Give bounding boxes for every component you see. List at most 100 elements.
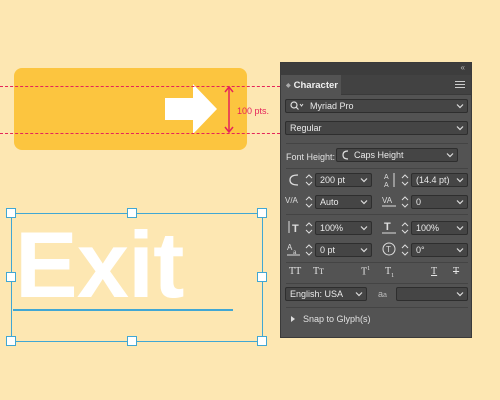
chevron-down-icon[interactable] (455, 289, 465, 299)
tracking-field[interactable]: 0 (411, 195, 468, 209)
svg-text:A: A (384, 174, 389, 181)
collapse-icon[interactable]: « (461, 63, 465, 72)
kerning-field[interactable]: Auto (315, 195, 372, 209)
measure-label: 100 pts. (237, 106, 270, 116)
chevron-down-icon[interactable] (455, 101, 465, 111)
baseline-shift-field[interactable]: 0 pt (315, 243, 372, 257)
baseline-shift-value: 0 pt (320, 245, 336, 255)
panel-tabbar: ◆ Character (281, 75, 471, 95)
chevron-down-icon[interactable] (455, 197, 465, 207)
handle-bottom-left[interactable] (6, 336, 16, 346)
strikethrough-icon[interactable]: T (453, 266, 459, 277)
font-family-value: Myriad Pro (310, 101, 354, 111)
svg-text:T: T (384, 221, 391, 233)
font-family-field[interactable]: Myriad Pro (285, 99, 468, 113)
tracking-stepper[interactable] (401, 195, 409, 209)
language-value: English: USA (290, 289, 344, 299)
chevron-down-icon[interactable] (455, 123, 465, 133)
character-rotation-icon: T (382, 242, 396, 256)
all-caps-icon[interactable]: TT (289, 266, 301, 277)
divider (286, 307, 468, 308)
selection-bounding-box[interactable] (11, 213, 263, 342)
leading-value: (14.4 pt) (416, 175, 450, 185)
divider (286, 262, 468, 263)
kerning-value: Auto (320, 197, 339, 207)
handle-middle-left[interactable] (6, 272, 16, 282)
font-height-value: Caps Height (354, 150, 404, 160)
guide-line-top (0, 86, 280, 87)
tracking-value: 0 (416, 197, 422, 207)
font-height-field[interactable]: Caps Height (336, 148, 458, 162)
handle-top-middle[interactable] (127, 208, 137, 218)
svg-text:V/A: V/A (285, 196, 299, 205)
leading-icon: AA (384, 173, 395, 189)
antialias-select[interactable] (396, 287, 468, 301)
font-style-value: Regular (290, 123, 322, 133)
chevron-down-icon[interactable] (354, 289, 364, 299)
divider (286, 143, 468, 144)
antialias-icon: aa (378, 289, 387, 299)
font-height-icon (342, 150, 349, 160)
horizontal-scale-stepper[interactable] (401, 221, 409, 235)
leading-stepper[interactable] (401, 173, 409, 187)
snap-to-glyph-label: Snap to Glyph(s) (303, 314, 371, 324)
disclosure-triangle-icon (291, 316, 295, 322)
tab-expand-icon: ◆ (286, 82, 291, 89)
font-size-value: 200 pt (320, 175, 346, 185)
handle-top-left[interactable] (6, 208, 16, 218)
subscript-icon[interactable]: T1 (385, 266, 394, 279)
chevron-down-icon[interactable] (359, 197, 369, 207)
rotation-field[interactable]: 0° (411, 243, 468, 257)
font-size-icon (289, 174, 299, 186)
svg-text:T: T (386, 245, 391, 254)
tab-character[interactable]: ◆ Character (281, 75, 341, 95)
handle-bottom-right[interactable] (257, 336, 267, 346)
handle-top-right[interactable] (257, 208, 267, 218)
baseline-shift-icon: Aa (287, 243, 300, 256)
rotation-stepper[interactable] (401, 243, 409, 257)
baseline-shift-stepper[interactable] (305, 243, 313, 257)
panel-menu-icon[interactable] (455, 79, 465, 90)
panel-titlebar[interactable]: « (281, 63, 471, 75)
small-caps-icon[interactable]: TT (313, 266, 324, 277)
handle-bottom-middle[interactable] (127, 336, 137, 346)
divider (286, 283, 468, 284)
handle-middle-right[interactable] (257, 272, 267, 282)
font-style-field[interactable]: Regular (285, 121, 468, 135)
leading-field[interactable]: (14.4 pt) (411, 173, 468, 187)
chevron-down-icon[interactable] (359, 175, 369, 185)
kerning-stepper[interactable] (305, 195, 313, 209)
rotation-value: 0° (416, 245, 425, 255)
chevron-down-icon[interactable] (445, 150, 455, 160)
language-select[interactable]: English: USA (285, 287, 367, 301)
kerning-icon: V/A (285, 196, 299, 205)
arrow-shape (165, 84, 217, 134)
guide-line-bottom (0, 133, 280, 134)
horizontal-scale-field[interactable]: 100% (411, 221, 468, 235)
chevron-down-icon[interactable] (455, 223, 465, 233)
antialias-sub: a (383, 292, 387, 299)
font-height-label: Font Height: (286, 152, 336, 162)
horizontal-scale-value: 100% (416, 223, 440, 233)
font-size-field[interactable]: 200 pt (315, 173, 372, 187)
svg-text:A: A (384, 182, 389, 189)
superscript-icon[interactable]: T1 (361, 266, 370, 277)
chevron-down-icon[interactable] (455, 245, 465, 255)
chevron-down-icon[interactable] (359, 245, 369, 255)
vertical-scale-value: 100% (320, 223, 344, 233)
vertical-scale-field[interactable]: 100% (315, 221, 372, 235)
divider (286, 168, 468, 169)
vertical-scale-icon: T (288, 221, 299, 235)
horizontal-scale-icon: T (382, 221, 396, 234)
font-size-stepper[interactable] (305, 173, 313, 187)
chevron-down-icon[interactable] (455, 175, 465, 185)
underline-icon[interactable]: T (431, 266, 437, 277)
tracking-icon: VA (382, 196, 396, 207)
search-icon (290, 101, 304, 110)
chevron-down-icon[interactable] (359, 223, 369, 233)
svg-text:T: T (292, 223, 299, 235)
height-measure-arrow (224, 85, 234, 134)
snap-to-glyph-toggle[interactable]: Snap to Glyph(s) (289, 314, 371, 324)
vertical-scale-stepper[interactable] (305, 221, 313, 235)
character-panel: « ◆ Character Myriad Pro Regular Font He… (280, 62, 472, 338)
